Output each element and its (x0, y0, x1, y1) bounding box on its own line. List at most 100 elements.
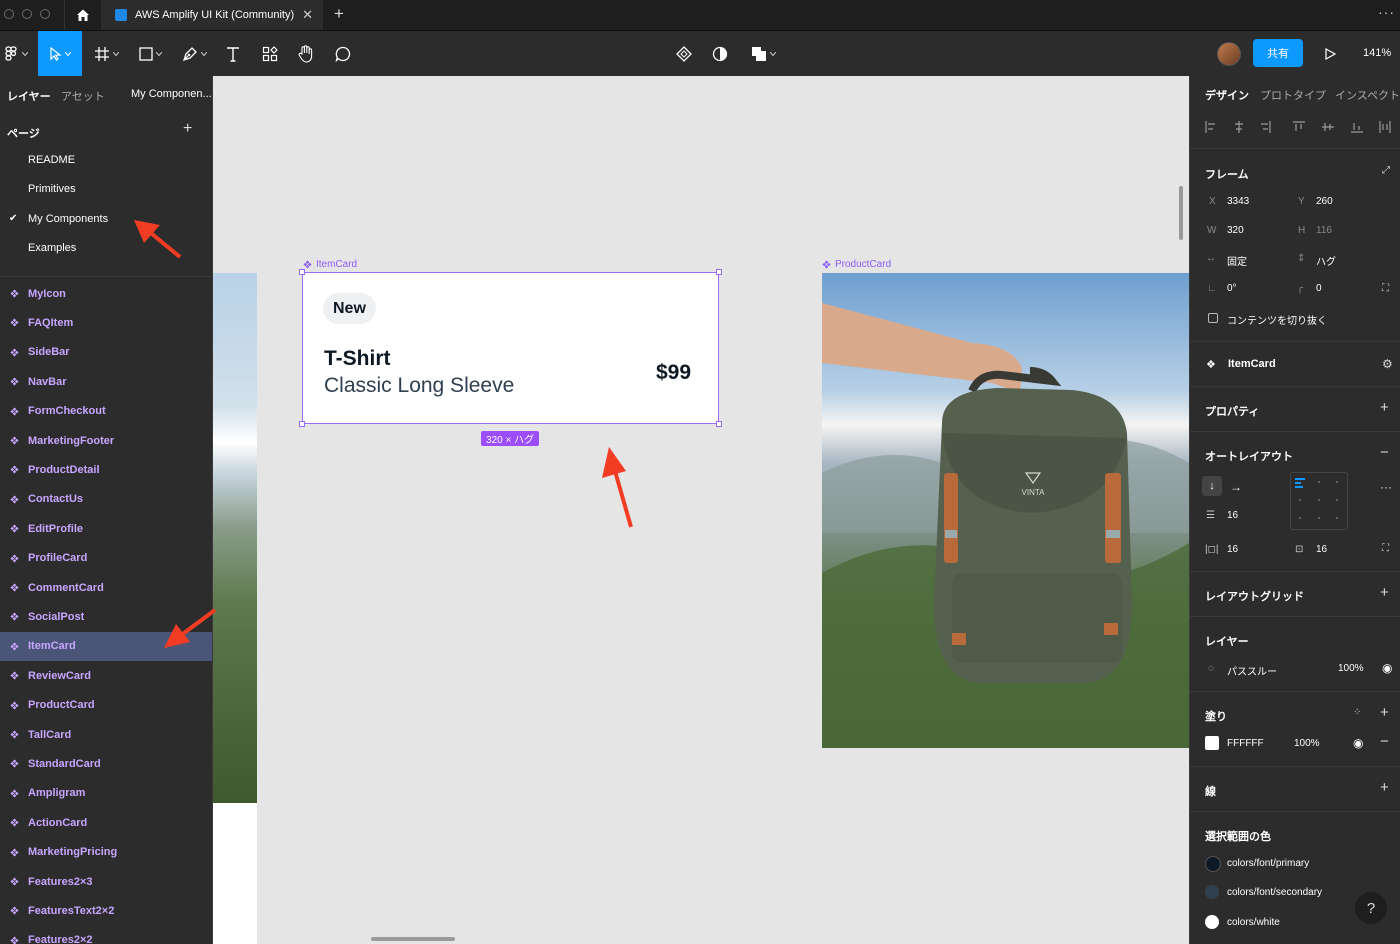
frame-heading[interactable]: フレーム (1205, 166, 1249, 182)
horizontal-padding-input[interactable]: 16 (1227, 544, 1238, 555)
add-page-button[interactable]: + (183, 120, 192, 138)
h-input[interactable]: 116 (1316, 225, 1332, 236)
alignment-grid[interactable] (1290, 472, 1348, 530)
resize-handle-bottom-left[interactable] (299, 421, 305, 427)
page-item-readme[interactable]: README (28, 154, 75, 166)
text-tool[interactable] (222, 31, 244, 76)
vertical-resizing-select[interactable]: ハグ (1316, 253, 1336, 268)
layer-item[interactable]: ProfileCard (0, 544, 212, 573)
x-input[interactable]: 3343 (1227, 196, 1249, 207)
fill-visibility-eye-icon[interactable]: ◉ (1353, 736, 1363, 750)
layer-item[interactable]: FeaturesText2×2 (0, 896, 212, 925)
horizontal-direction-button[interactable]: → (1230, 480, 1242, 494)
main-menu-button[interactable] (0, 31, 32, 76)
layer-item[interactable]: Ampligram (0, 779, 212, 808)
share-button[interactable]: 共有 (1253, 39, 1303, 67)
move-tool[interactable] (38, 31, 82, 76)
layer-item[interactable]: MyIcon (0, 279, 212, 308)
resources-tool[interactable] (258, 31, 282, 76)
horizontal-scrollbar[interactable] (371, 937, 455, 941)
page-item-my-components[interactable]: My Components (28, 213, 108, 225)
page-switcher[interactable]: My Componen... (131, 88, 212, 100)
layer-item[interactable]: ProductCard (0, 691, 212, 720)
y-input[interactable]: 260 (1316, 196, 1333, 207)
window-close-light[interactable] (4, 9, 14, 19)
hand-tool[interactable] (294, 31, 318, 76)
layer-item[interactable]: ProductDetail (0, 455, 212, 484)
add-property-icon[interactable]: + (1380, 399, 1389, 416)
zoom-level[interactable]: 141% (1363, 47, 1391, 59)
add-fill-icon[interactable]: + (1380, 704, 1389, 721)
canvas[interactable]: ItemCard New T-Shirt Classic Long Sleeve… (213, 76, 1189, 944)
present-button[interactable] (1318, 31, 1342, 76)
vertical-padding-input[interactable]: 16 (1316, 544, 1327, 555)
create-component-button[interactable] (672, 31, 696, 76)
fill-opacity-input[interactable]: 100% (1294, 738, 1320, 749)
shape-tool[interactable] (132, 31, 168, 76)
color-swatch-white[interactable] (1205, 915, 1219, 929)
add-stroke-icon[interactable]: + (1380, 779, 1389, 796)
color-swatch-secondary[interactable] (1205, 885, 1219, 899)
eye-icon[interactable]: ◉ (1382, 661, 1392, 675)
component-name[interactable]: ItemCard (1228, 358, 1276, 370)
component-settings-icon[interactable]: ⚙ (1382, 357, 1393, 371)
layer-item[interactable]: Features2×3 (0, 867, 212, 896)
layer-item[interactable]: Features2×2 (0, 926, 212, 944)
rotation-input[interactable]: 0° (1227, 283, 1237, 294)
corner-radius-input[interactable]: 0 (1316, 283, 1322, 294)
more-options-icon[interactable]: ··· (1380, 480, 1392, 494)
layer-item[interactable]: FAQItem (0, 308, 212, 337)
w-input[interactable]: 320 (1227, 225, 1244, 236)
individual-padding-icon[interactable]: ⛶ (1382, 543, 1389, 554)
comment-tool[interactable] (331, 31, 355, 76)
layer-item[interactable]: FormCheckout (0, 397, 212, 426)
window-minimize-light[interactable] (22, 9, 32, 19)
backpack-photo[interactable]: VINTA (822, 273, 1189, 748)
tab-layers[interactable]: レイヤー (7, 88, 51, 104)
tab-prototype[interactable]: プロトタイプ (1260, 87, 1326, 103)
clip-content-checkbox[interactable] (1208, 313, 1218, 323)
vertical-direction-button[interactable]: ↓ (1202, 476, 1222, 496)
layer-item[interactable]: StandardCard (0, 749, 212, 778)
vertical-scrollbar[interactable] (1179, 186, 1183, 240)
tab-assets[interactable]: アセット (61, 88, 105, 104)
home-icon[interactable] (64, 0, 102, 30)
independent-corners-icon[interactable]: ⛶ (1382, 283, 1389, 294)
close-tab-icon[interactable]: ✕ (302, 7, 313, 23)
color-swatch-primary[interactable] (1205, 856, 1221, 872)
layer-item[interactable]: ContactUs (0, 485, 212, 514)
help-button[interactable]: ? (1355, 892, 1387, 924)
more-menu-icon[interactable]: ··· (1378, 4, 1395, 20)
productcard-frame-label[interactable]: ProductCard (822, 259, 891, 270)
resize-handle-top-right[interactable] (716, 269, 722, 275)
layer-item[interactable]: TallCard (0, 720, 212, 749)
tab-inspect[interactable]: インスペクト (1335, 87, 1400, 103)
selection-color-name[interactable]: colors/font/primary (1227, 858, 1309, 869)
user-avatar[interactable] (1217, 42, 1241, 66)
tab-design[interactable]: デザイン (1205, 87, 1249, 103)
new-tab-button[interactable]: + (334, 4, 344, 24)
remove-auto-layout-icon[interactable]: − (1380, 444, 1389, 461)
mask-button[interactable] (708, 31, 732, 76)
fill-color-swatch[interactable] (1205, 736, 1219, 750)
resize-handle-top-left[interactable] (299, 269, 305, 275)
layer-item[interactable]: EditProfile (0, 514, 212, 543)
itemcard-frame-label[interactable]: ItemCard (303, 259, 357, 270)
window-zoom-light[interactable] (40, 9, 50, 19)
frame-tool[interactable] (88, 31, 124, 76)
boolean-groups-button[interactable] (746, 31, 780, 76)
pen-tool[interactable] (176, 31, 212, 76)
layer-item[interactable]: SideBar (0, 338, 212, 367)
layer-item[interactable]: CommentCard (0, 573, 212, 602)
item-spacing-input[interactable]: 16 (1227, 510, 1238, 521)
add-layout-grid-icon[interactable]: + (1380, 584, 1389, 601)
layer-item[interactable]: ReviewCard (0, 661, 212, 690)
resize-handle-bottom-right[interactable] (716, 421, 722, 427)
file-tab[interactable]: AWS Amplify UI Kit (Community) ✕ (101, 0, 323, 30)
layer-item[interactable]: MarketingPricing (0, 838, 212, 867)
selection-color-name[interactable]: colors/font/secondary (1227, 887, 1322, 898)
remove-fill-icon[interactable]: − (1380, 733, 1389, 750)
horizontal-resizing-select[interactable]: 固定 (1227, 253, 1247, 268)
layer-opacity-input[interactable]: 100% (1338, 663, 1364, 674)
blend-mode-select[interactable]: パススルー (1227, 663, 1277, 678)
